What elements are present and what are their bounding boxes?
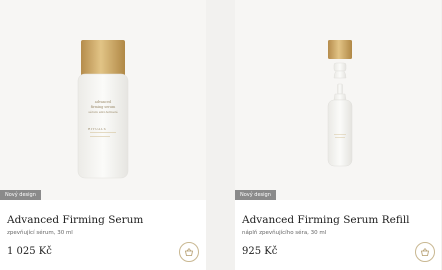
- refill-bottle-image: [325, 40, 355, 168]
- add-to-cart-button[interactable]: [415, 242, 435, 262]
- add-to-cart-button[interactable]: [179, 242, 199, 262]
- new-design-badge: Nový design: [0, 190, 41, 200]
- bottle-label-line: sérum anti-fermeté: [88, 110, 118, 114]
- product-image-area[interactable]: Nový design: [235, 0, 441, 200]
- product-subtitle: zpevňující sérum, 30 ml: [7, 230, 73, 236]
- product-title[interactable]: Advanced Firming Serum Refill: [242, 214, 410, 226]
- product-card-advanced-firming-serum[interactable]: advanced firming serum sérum anti-fermet…: [0, 0, 206, 270]
- product-title[interactable]: Advanced Firming Serum: [7, 214, 143, 226]
- bottle-brand: RITUALS: [88, 127, 107, 131]
- new-design-badge: Nový design: [235, 190, 276, 200]
- product-card-advanced-firming-serum-refill[interactable]: Nový design Advanced Firming Serum Refil…: [235, 0, 441, 270]
- product-price: 1 025 Kč: [7, 246, 52, 257]
- basket-icon: [185, 248, 193, 256]
- product-price: 925 Kč: [242, 246, 278, 257]
- bottle-label: advanced firming serum sérum anti-fermet…: [86, 100, 120, 132]
- product-grid: advanced firming serum sérum anti-fermet…: [0, 0, 442, 270]
- product-image-area[interactable]: advanced firming serum sérum anti-fermet…: [0, 0, 206, 200]
- basket-icon: [421, 248, 429, 256]
- product-subtitle: náplň zpevňujícího séra, 30 ml: [242, 230, 327, 236]
